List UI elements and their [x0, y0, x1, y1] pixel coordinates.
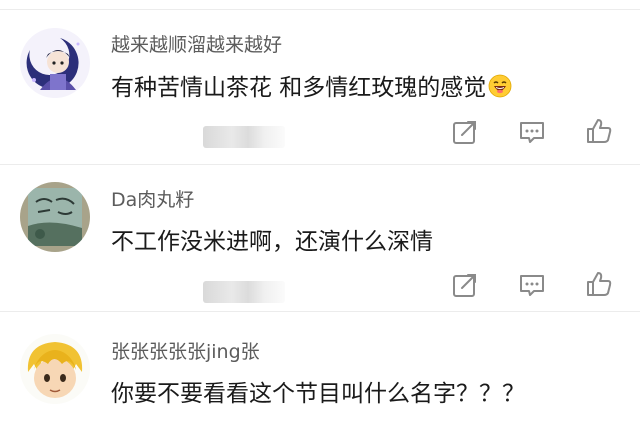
comment-item: 张张张张张jing张 你要不要看看这个节目叫什么名字？？？ — [0, 312, 640, 423]
comment-text: 你要不要看看这个节目叫什么名字？？？ — [111, 381, 525, 407]
timestamp-blurred — [203, 281, 285, 303]
forward-icon[interactable] — [450, 270, 480, 300]
comment-icon[interactable] — [517, 117, 547, 147]
user-avatar[interactable] — [20, 28, 90, 98]
username[interactable]: 越来越顺溜越来越好 — [111, 30, 282, 57]
forward-icon[interactable] — [450, 117, 480, 147]
comment-text: 不工作没米进啊，还演什么深情 — [111, 229, 433, 255]
comment-text: 有种苦情山茶花 和多情红玫瑰的感觉 — [111, 68, 512, 102]
like-icon[interactable] — [584, 269, 614, 299]
laughing-emoji-icon — [488, 74, 512, 98]
user-avatar[interactable] — [20, 182, 90, 252]
user-avatar[interactable] — [20, 334, 90, 404]
top-divider — [0, 0, 640, 10]
timestamp-blurred — [203, 126, 285, 148]
comment-icon[interactable] — [517, 270, 547, 300]
username[interactable]: Da肉丸籽 — [111, 185, 194, 212]
comment-item: Da肉丸籽 不工作没米进啊，还演什么深情 — [0, 165, 640, 312]
comment-text-content: 有种苦情山茶花 和多情红玫瑰的感觉 — [111, 75, 487, 101]
comment-item: 越来越顺溜越来越好 有种苦情山茶花 和多情红玫瑰的感觉 — [0, 10, 640, 165]
username[interactable]: 张张张张张jing张 — [111, 337, 260, 364]
like-icon[interactable] — [584, 116, 614, 146]
